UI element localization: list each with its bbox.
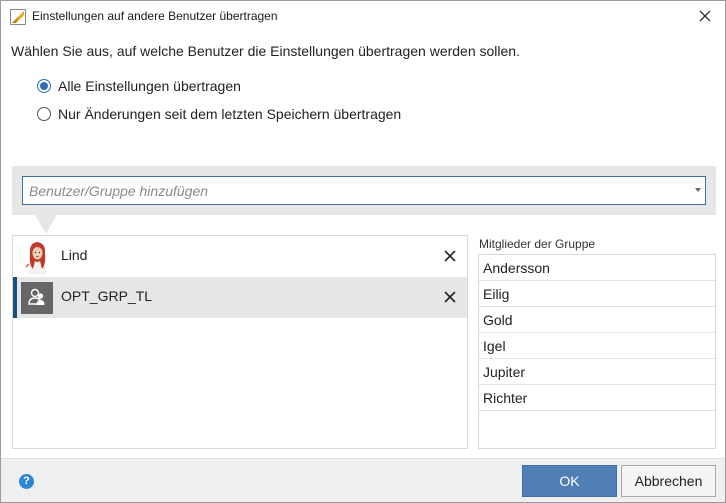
radio-label-changes: Nur Änderungen seit dem letzten Speicher… [58, 106, 402, 122]
group-name: OPT_GRP_TL [61, 288, 153, 304]
title-bar: Einstellungen auf andere Benutzer übertr… [1, 1, 725, 32]
selected-users-list: Lind OPT_GRP_TL [12, 235, 468, 449]
dialog-footer: ? OK Abbrechen [1, 458, 725, 502]
radio-button-checked[interactable] [37, 79, 51, 93]
cancel-button[interactable]: Abbrechen [621, 465, 716, 497]
remove-group-icon[interactable] [443, 290, 457, 304]
list-item: Eilig [479, 281, 715, 307]
radio-label-all: Alle Einstellungen übertragen [58, 78, 241, 94]
list-item: Igel [479, 333, 715, 359]
window-title: Einstellungen auf andere Benutzer übertr… [32, 9, 278, 23]
dropdown-arrow-icon[interactable] [695, 188, 701, 192]
list-item-user[interactable]: Lind [13, 236, 467, 277]
transfer-settings-dialog: Einstellungen auf andere Benutzer übertr… [0, 0, 726, 503]
list-item: Gold [479, 307, 715, 333]
group-members-list: Andersson Eilig Gold Igel Jupiter Richte… [478, 254, 716, 449]
remove-user-icon[interactable] [443, 249, 457, 263]
ok-button[interactable]: OK [522, 465, 617, 497]
radio-changes-only[interactable]: Nur Änderungen seit dem letzten Speicher… [37, 105, 401, 123]
instruction-text: Wählen Sie aus, auf welche Benutzer die … [11, 43, 520, 59]
add-user-group-input[interactable] [22, 176, 706, 205]
user-photo-icon [21, 239, 54, 274]
close-icon[interactable] [695, 6, 715, 26]
user-name: Lind [61, 247, 88, 263]
selection-indicator [13, 277, 17, 318]
settings-transfer-icon [10, 9, 26, 25]
callout-pointer [35, 215, 57, 234]
list-item: Jupiter [479, 359, 715, 385]
group-members-heading: Mitglieder der Gruppe [479, 237, 596, 251]
add-user-panel [12, 166, 716, 215]
radio-button-unchecked[interactable] [37, 107, 51, 121]
list-item: Richter [479, 385, 715, 411]
help-icon[interactable]: ? [19, 474, 34, 489]
list-item: Andersson [479, 255, 715, 281]
group-icon [21, 282, 53, 314]
list-item-group-selected[interactable]: OPT_GRP_TL [13, 277, 467, 318]
radio-all-settings[interactable]: Alle Einstellungen übertragen [37, 77, 241, 95]
